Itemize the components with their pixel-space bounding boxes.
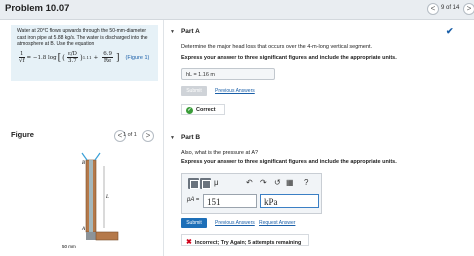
pipe-figure: L B A 50 mm [62, 152, 119, 249]
part-a-answer-field: hL = 1.16 m [181, 68, 275, 80]
panel-divider [163, 20, 164, 256]
undo-icon[interactable]: ↶ [246, 178, 253, 187]
figure-count: 1 of 1 [123, 132, 137, 138]
checkmark-icon: ✔ [446, 26, 454, 36]
elbow-fitting [86, 232, 96, 240]
part-a-previous-answers-link[interactable]: Previous Answers [215, 88, 255, 94]
part-b-feedback: ✖ Incorrect; Try Again; 5 attempts remain… [181, 234, 309, 246]
label-A: A [81, 227, 86, 232]
part-b-question: Also, what is the pressure at A? [181, 150, 259, 156]
statement-text: Water at 20°C flows upwards through the … [17, 28, 148, 48]
units-input[interactable]: kPa [260, 194, 319, 208]
part-a-feedback: ✓ Correct [181, 104, 225, 115]
page-indicator: 9 of 14 [441, 5, 460, 11]
redo-icon[interactable]: ↷ [260, 178, 267, 187]
outflow-jet-right [94, 152, 101, 161]
problem-title: Problem 10.07 [5, 3, 70, 14]
figure-label: Figure [11, 130, 34, 139]
units-template-icon[interactable] [200, 178, 211, 189]
template-icon[interactable] [188, 178, 199, 189]
help-icon[interactable]: ? [304, 178, 308, 187]
next-problem-button[interactable]: > [463, 3, 474, 15]
figure-next-button[interactable]: > [142, 130, 154, 142]
outflow-jet-left [81, 152, 88, 161]
collapse-caret-icon: ▼ [170, 29, 175, 35]
part-b-instruction: Express your answer to three significant… [181, 159, 397, 165]
diameter-label: 50 mm [62, 244, 76, 249]
answer-editor: μ ↶ ↷ ↺ ▦ ? pA = 151 kPa [181, 173, 322, 214]
part-a-question: Determine the major head loss that occur… [181, 44, 373, 50]
mu-icon[interactable]: μ [214, 178, 219, 187]
keyboard-icon[interactable]: ▦ [286, 178, 294, 187]
request-answer-link[interactable]: Request Answer [259, 220, 295, 226]
part-a-header[interactable]: ▼ Part A [170, 28, 200, 35]
part-b-submit-button[interactable]: Submit [181, 218, 207, 228]
x-icon: ✖ [186, 239, 192, 246]
label-B: B [82, 161, 85, 166]
friction-equation: 1 √f = −1.8 log [ ( ε/D 3.7 ) 1.11 + 6.9 Re… [19, 50, 150, 65]
collapse-caret-icon: ▼ [170, 135, 175, 141]
prev-problem-button[interactable]: < [427, 3, 439, 15]
pressure-variable-label: pA = [187, 197, 200, 203]
label-L: L [105, 195, 109, 200]
part-b-previous-answers-link[interactable]: Previous Answers [215, 220, 255, 226]
top-bar: Problem 10.07 < 9 of 14 > [0, 0, 474, 20]
check-circle-icon: ✓ [186, 107, 193, 114]
part-a-submit-button: Submit [181, 86, 207, 96]
part-b-header[interactable]: ▼ Part B [170, 134, 200, 141]
reset-icon[interactable]: ↺ [274, 178, 281, 187]
value-input[interactable]: 151 [203, 194, 257, 208]
water-column [89, 160, 93, 232]
figure-link[interactable]: (Figure 1) [126, 55, 150, 62]
problem-statement: Water at 20°C flows upwards through the … [11, 25, 158, 81]
part-a-instruction: Express your answer to three significant… [181, 55, 397, 61]
horizontal-pipe [95, 231, 119, 241]
